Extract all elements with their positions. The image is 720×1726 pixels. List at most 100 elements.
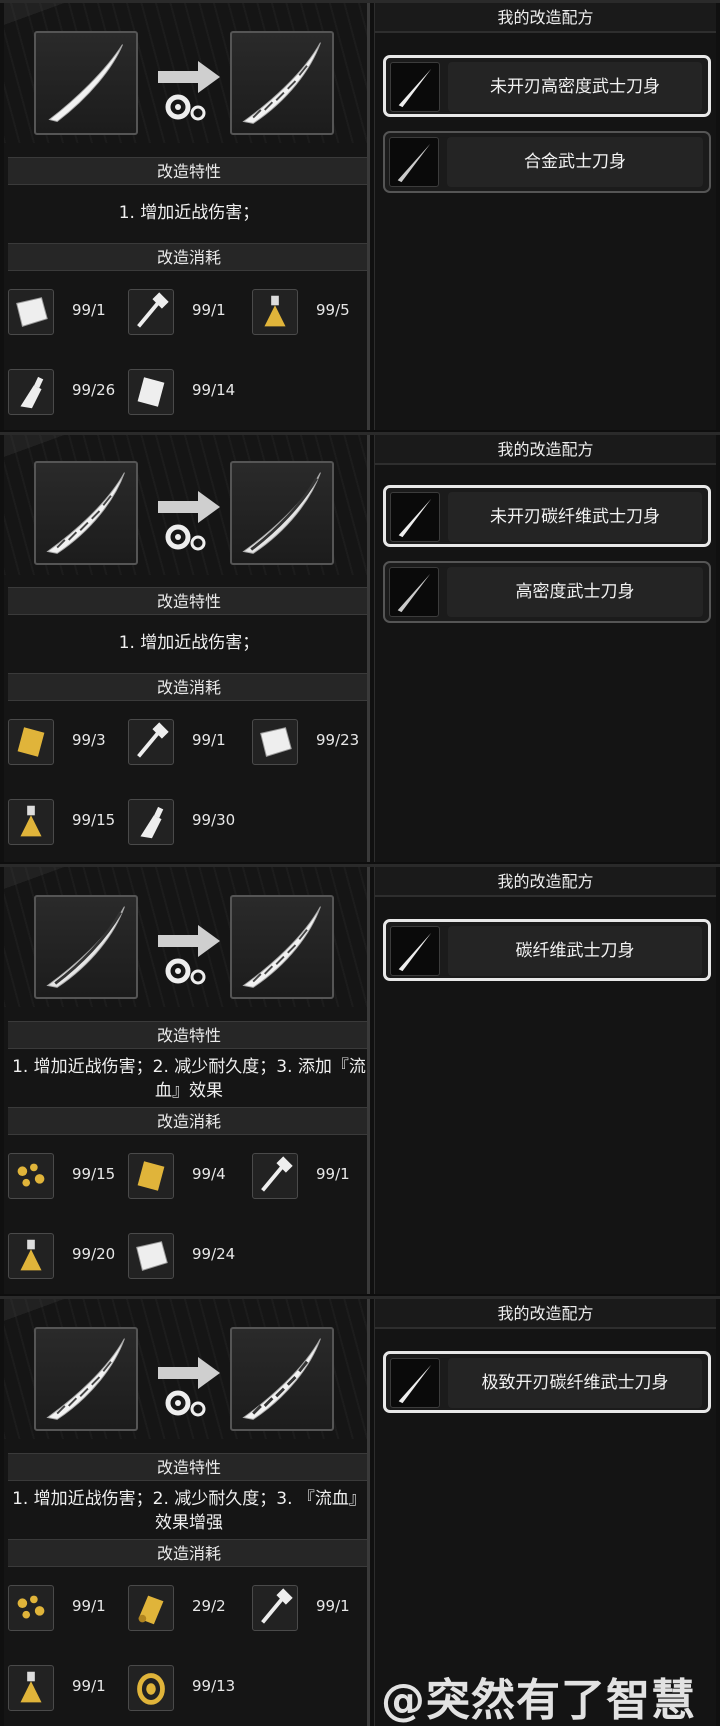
source-blade-slot[interactable] bbox=[34, 895, 138, 999]
source-blade-slot[interactable] bbox=[34, 461, 138, 565]
katana-blade-icon bbox=[390, 1358, 440, 1408]
recipes-header: 我的改造配方 bbox=[375, 867, 716, 897]
material-item[interactable]: 99/1 bbox=[8, 1665, 118, 1713]
recipe-label: 高密度武士刀身 bbox=[447, 567, 703, 617]
target-blade-slot[interactable] bbox=[230, 31, 334, 135]
material-item[interactable]: 99/14 bbox=[128, 369, 238, 417]
craft-panel-2: 改造特性 1. 增加近战伤害； 改造消耗 99/3 99/1 99/23 99/… bbox=[0, 432, 720, 862]
material-item[interactable]: 99/20 bbox=[8, 1233, 118, 1281]
recipe-item[interactable]: 高密度武士刀身 bbox=[383, 561, 711, 623]
material-count: 99/26 bbox=[72, 381, 116, 399]
recipe-list-4: 我的改造配方 极致开刃碳纤维武士刀身 bbox=[374, 1299, 716, 1726]
tool-icon bbox=[252, 1585, 298, 1631]
gold-nuggets-icon bbox=[8, 1153, 54, 1199]
material-count: 99/5 bbox=[316, 301, 350, 319]
gold-plate-icon bbox=[128, 1153, 174, 1199]
recipe-item[interactable]: 极致开刃碳纤维武士刀身 bbox=[383, 1351, 711, 1413]
tool-icon bbox=[128, 289, 174, 335]
craft-left-3: 改造特性 1. 增加近战伤害；2. 减少耐久度；3. 添加『流血』效果 改造消耗… bbox=[4, 867, 370, 1294]
recipe-label: 未开刃高密度武士刀身 bbox=[448, 62, 702, 112]
feature-section-header: 改造特性 bbox=[8, 1021, 367, 1049]
material-count: 99/13 bbox=[192, 1677, 236, 1695]
material-count: 99/3 bbox=[72, 731, 106, 749]
material-item[interactable]: 99/1 bbox=[128, 289, 238, 337]
recipe-label: 碳纤维武士刀身 bbox=[448, 926, 702, 976]
feature-text: 1. 增加近战伤害； bbox=[118, 203, 260, 223]
source-blade-slot[interactable] bbox=[34, 1327, 138, 1431]
craft-panel-4: 改造特性 1. 增加近战伤害；2. 减少耐久度；3. 『流血』效果增强 改造消耗… bbox=[0, 1296, 720, 1726]
material-count: 99/30 bbox=[192, 811, 236, 829]
material-item[interactable]: 99/15 bbox=[8, 799, 118, 847]
potion-icon bbox=[8, 1233, 54, 1279]
material-count: 99/1 bbox=[72, 1597, 106, 1615]
katana-blade-icon bbox=[390, 62, 440, 112]
material-count: 99/1 bbox=[192, 731, 226, 749]
material-item[interactable]: 99/3 bbox=[8, 719, 118, 767]
katana-blade-icon bbox=[389, 137, 439, 187]
arrow-gear-icon bbox=[154, 919, 224, 989]
recipe-item[interactable]: 合金武士刀身 bbox=[383, 131, 711, 193]
arrow-gear-icon bbox=[154, 55, 224, 125]
material-item[interactable]: 99/5 bbox=[252, 289, 362, 337]
recipe-item[interactable]: 碳纤维武士刀身 bbox=[383, 919, 711, 981]
material-count: 99/15 bbox=[72, 811, 116, 829]
material-count: 99/1 bbox=[72, 301, 106, 319]
material-item[interactable]: 99/1 bbox=[8, 289, 118, 337]
material-item[interactable]: 99/4 bbox=[128, 1153, 238, 1201]
craft-left-2: 改造特性 1. 增加近战伤害； 改造消耗 99/3 99/1 99/23 99/… bbox=[4, 435, 370, 862]
oil-bottle-icon bbox=[128, 799, 174, 845]
material-item[interactable]: 99/1 bbox=[128, 719, 238, 767]
katana-blade-icon bbox=[390, 492, 440, 542]
katana-blade-icon bbox=[390, 926, 440, 976]
tool-icon bbox=[128, 719, 174, 765]
gold-scroll-icon bbox=[128, 1585, 174, 1631]
potion-icon bbox=[8, 1665, 54, 1711]
material-item[interactable]: 99/13 bbox=[128, 1665, 238, 1713]
potion-icon bbox=[252, 289, 298, 335]
material-count: 99/24 bbox=[192, 1245, 236, 1263]
recipes-header: 我的改造配方 bbox=[375, 3, 716, 33]
material-count: 99/15 bbox=[72, 1165, 116, 1183]
material-count: 99/1 bbox=[72, 1677, 106, 1695]
material-item[interactable]: 99/24 bbox=[128, 1233, 238, 1281]
serrated-katana-blade-icon bbox=[242, 906, 321, 988]
arrow-gear-icon bbox=[154, 1351, 224, 1421]
carbon-katana-blade-icon bbox=[46, 906, 125, 988]
target-blade-slot[interactable] bbox=[230, 461, 334, 565]
recipe-item[interactable]: 未开刃碳纤维武士刀身 bbox=[383, 485, 711, 547]
craft-panel-1: 改造特性 1. 增加近战伤害； 改造消耗 99/1 99/1 99/5 99/2… bbox=[0, 0, 720, 430]
gold-nuggets-icon bbox=[8, 1585, 54, 1631]
craft-left-1: 改造特性 1. 增加近战伤害； 改造消耗 99/1 99/1 99/5 99/2… bbox=[4, 3, 370, 430]
metal-plate-icon bbox=[128, 369, 174, 415]
cloth-icon bbox=[128, 1233, 174, 1279]
recipe-list-3: 我的改造配方 碳纤维武士刀身 bbox=[374, 867, 716, 1294]
target-blade-slot[interactable] bbox=[230, 1327, 334, 1431]
source-blade-slot[interactable] bbox=[34, 31, 138, 135]
serrated-katana-blade-icon bbox=[242, 42, 321, 124]
gold-coil-icon bbox=[128, 1665, 174, 1711]
cost-section-header: 改造消耗 bbox=[8, 243, 367, 271]
material-item[interactable]: 99/30 bbox=[128, 799, 238, 847]
recipe-item[interactable]: 未开刃高密度武士刀身 bbox=[383, 55, 711, 117]
tool-icon bbox=[252, 1153, 298, 1199]
feature-text: 1. 增加近战伤害；2. 减少耐久度；3. 添加『流血』效果 bbox=[12, 1057, 366, 1101]
material-item[interactable]: 99/1 bbox=[8, 1585, 118, 1633]
gold-plate-icon bbox=[8, 719, 54, 765]
serrated-katana-blade-icon bbox=[242, 1338, 321, 1420]
material-item[interactable]: 99/1 bbox=[252, 1153, 362, 1201]
target-blade-slot[interactable] bbox=[230, 895, 334, 999]
cloth-icon bbox=[252, 719, 298, 765]
material-count: 99/1 bbox=[192, 301, 226, 319]
oil-bottle-icon bbox=[8, 369, 54, 415]
recipe-list-1: 我的改造配方 未开刃高密度武士刀身 合金武士刀身 bbox=[374, 3, 716, 430]
material-item[interactable]: 99/23 bbox=[252, 719, 362, 767]
material-item[interactable]: 29/2 bbox=[128, 1585, 238, 1633]
material-count: 99/23 bbox=[316, 731, 360, 749]
recipe-label: 未开刃碳纤维武士刀身 bbox=[448, 492, 702, 542]
material-item[interactable]: 99/26 bbox=[8, 369, 118, 417]
material-item[interactable]: 99/15 bbox=[8, 1153, 118, 1201]
material-count: 99/1 bbox=[316, 1597, 350, 1615]
serrated-katana-blade-icon bbox=[46, 472, 125, 554]
material-item[interactable]: 99/1 bbox=[252, 1585, 362, 1633]
material-count: 99/4 bbox=[192, 1165, 226, 1183]
